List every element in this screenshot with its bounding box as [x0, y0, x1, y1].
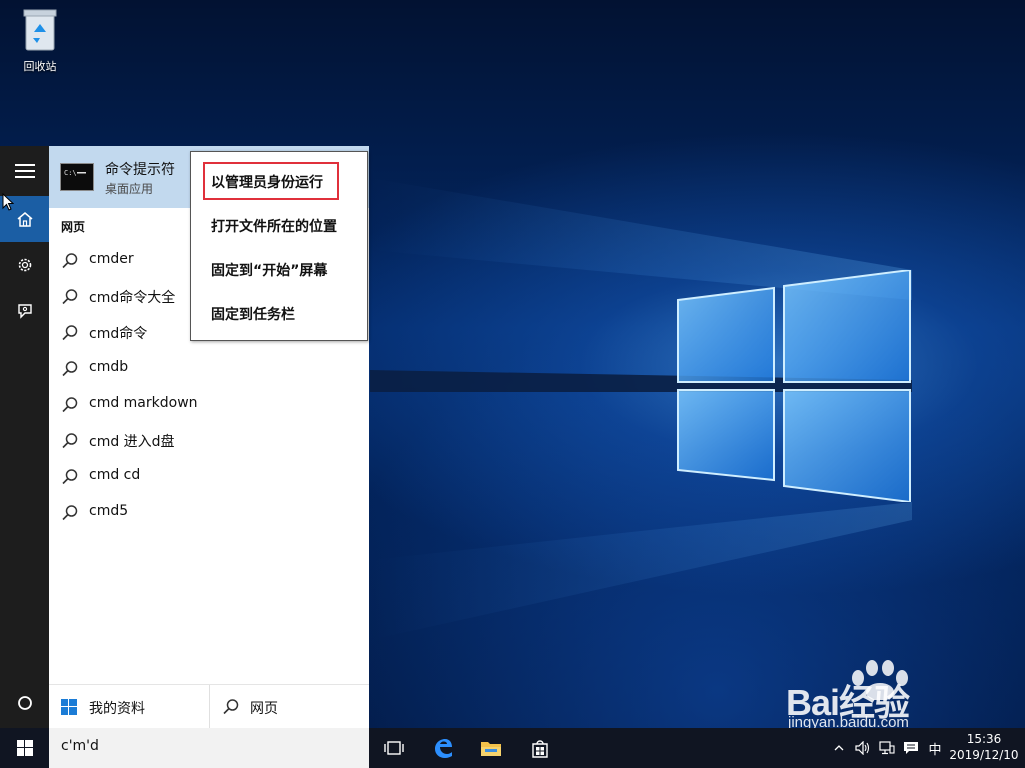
- web-suggestion-text: cmd cd: [89, 467, 141, 483]
- gear-icon: [18, 258, 31, 272]
- hamburger-icon: [14, 164, 35, 178]
- web-suggestion-text: cmd5: [89, 503, 129, 519]
- pin-to-start-item[interactable]: 固定到“开始”屏幕: [191, 248, 367, 292]
- search-icon: [62, 469, 78, 485]
- store-icon: [532, 740, 548, 758]
- file-explorer-button[interactable]: [468, 728, 514, 768]
- start-button[interactable]: [0, 728, 49, 768]
- start-menu-rail: [0, 146, 49, 728]
- web-scope-label: 网页: [250, 701, 278, 717]
- chevron-up-icon: [834, 745, 844, 751]
- edge-button[interactable]: [420, 728, 466, 768]
- web-suggestion-text: cmd markdown: [89, 395, 198, 411]
- web-suggestion[interactable]: cmd5: [49, 494, 369, 530]
- search-query: c'm'd: [61, 738, 99, 754]
- menu-item-label: 打开文件所在的位置: [211, 219, 337, 235]
- best-match-app-type: 桌面应用: [105, 182, 154, 196]
- menu-item-label: 以管理员身份运行: [211, 175, 323, 191]
- web-suggestion-text: cmdb: [89, 359, 129, 375]
- svg-text:C:\: C:\: [64, 169, 77, 177]
- web-section-title: 网页: [61, 220, 86, 234]
- web-suggestion[interactable]: cmdb: [49, 350, 369, 386]
- feedback-button[interactable]: [0, 288, 49, 334]
- web-suggestion[interactable]: cmd 进入d盘: [49, 422, 369, 458]
- search-icon: [62, 253, 78, 269]
- store-button[interactable]: [517, 728, 563, 768]
- network-button[interactable]: [876, 728, 898, 768]
- context-menu: 以管理员身份运行 打开文件所在的位置 固定到“开始”屏幕 固定到任务栏: [190, 151, 368, 341]
- menu-item-label: 固定到“开始”屏幕: [211, 263, 328, 279]
- search-icon: [62, 325, 78, 341]
- expand-menu-button[interactable]: [0, 148, 49, 194]
- task-view-icon: [384, 741, 404, 755]
- search-icon: [62, 289, 78, 305]
- volume-button[interactable]: [852, 728, 874, 768]
- web-suggestion[interactable]: cmd cd: [49, 458, 369, 494]
- search-icon: [62, 433, 78, 449]
- action-center-button[interactable]: [900, 728, 922, 768]
- power-button[interactable]: [0, 680, 49, 726]
- best-match-app-name: 命令提示符: [105, 162, 175, 178]
- search-icon: [223, 699, 239, 715]
- settings-button[interactable]: [0, 242, 49, 288]
- pin-to-taskbar-item[interactable]: 固定到任务栏: [191, 292, 367, 336]
- recycle-bin-label: 回收站: [23, 60, 57, 73]
- input-method-indicator[interactable]: 中: [924, 728, 946, 768]
- cmd-icon: C:\: [60, 163, 94, 191]
- clock-date: 2019/12/10: [949, 748, 1019, 762]
- run-as-admin-item[interactable]: 以管理员身份运行: [191, 160, 367, 204]
- watermark-url: jingyan.baidu.com: [788, 714, 909, 728]
- task-view-button[interactable]: [371, 728, 417, 768]
- home-icon: [17, 212, 32, 227]
- my-stuff-button[interactable]: 我的资料: [49, 685, 209, 729]
- web-suggestion-text: cmd命令: [89, 326, 148, 342]
- menu-item-label: 固定到任务栏: [211, 307, 295, 323]
- network-icon: [879, 741, 895, 755]
- windows-icon: [61, 699, 77, 715]
- my-stuff-label: 我的资料: [89, 701, 145, 717]
- volume-icon: [855, 741, 870, 755]
- web-suggestion-text: cmd 进入d盘: [89, 434, 175, 450]
- file-explorer-icon: [481, 742, 501, 756]
- search-icon: [62, 505, 78, 521]
- windows-icon: [16, 740, 33, 756]
- recycle-bin-icon: [23, 9, 57, 51]
- ime-label: 中: [928, 742, 942, 758]
- edge-icon: [435, 739, 452, 758]
- web-suggestion[interactable]: cmd markdown: [49, 386, 369, 422]
- power-icon: [17, 696, 32, 710]
- web-scope-button[interactable]: 网页: [210, 685, 369, 729]
- clock-time: 15:36: [966, 732, 1002, 746]
- web-suggestion-text: cmder: [89, 251, 134, 267]
- search-icon: [62, 361, 78, 377]
- web-suggestion-text: cmd命令大全: [89, 290, 176, 306]
- feedback-icon: [17, 304, 32, 319]
- taskbar-search-input[interactable]: c'm'd: [49, 728, 369, 768]
- baidu-watermark: Bai经验 jingyan.baidu.com: [786, 660, 976, 728]
- recycle-bin[interactable]: 回收站: [14, 8, 66, 74]
- notification-icon: [904, 742, 918, 754]
- taskbar-clock[interactable]: 15:36 2019/12/10: [948, 731, 1020, 763]
- search-icon: [62, 397, 78, 413]
- search-scope-bar: 我的资料 网页: [49, 684, 369, 729]
- mouse-cursor-icon: [2, 193, 14, 211]
- open-file-location-item[interactable]: 打开文件所在的位置: [191, 204, 367, 248]
- windows-logo-glow: [677, 270, 911, 502]
- show-hidden-icons-button[interactable]: [830, 728, 848, 768]
- taskbar: c'm'd 中 15:36 2019/12/10: [0, 728, 1025, 768]
